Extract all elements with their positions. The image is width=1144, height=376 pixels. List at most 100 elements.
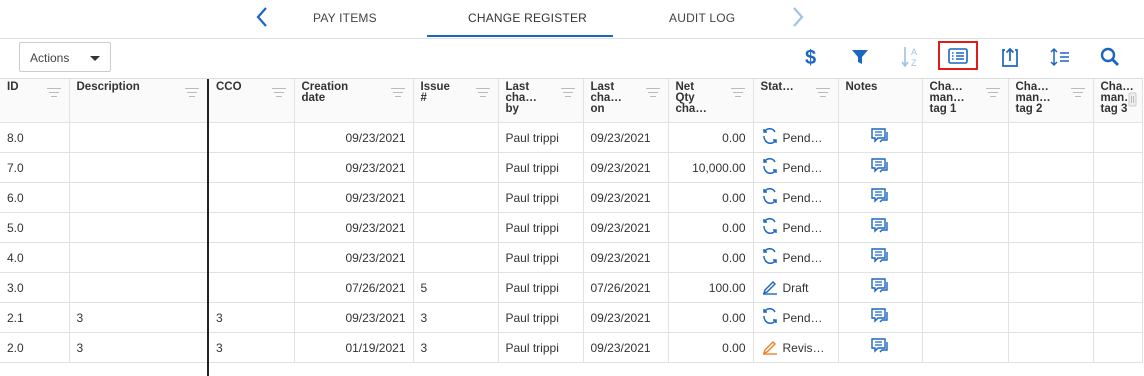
cell-last-changed-on[interactable]: 09/23/2021 [583, 212, 669, 243]
notes-icon[interactable] [870, 188, 890, 208]
cell-id[interactable]: 5.0 [0, 212, 70, 243]
cell-cco[interactable] [208, 272, 295, 303]
cell-last-changed-on[interactable]: 09/23/2021 [583, 332, 669, 363]
cell-net-qty[interactable]: 0.00 [668, 212, 754, 243]
cell-issue[interactable] [413, 122, 499, 153]
tab-pay-items[interactable]: PAY ITEMS [313, 11, 377, 25]
dollar-icon[interactable]: $ [797, 44, 825, 70]
line-spacing-icon[interactable] [1046, 44, 1074, 70]
table-row[interactable]: 5.0 09/23/2021 Paul trippi 09/23/2021 0.00 Pe… [0, 212, 1143, 243]
cell-change-tag-3[interactable] [1093, 212, 1143, 243]
column-header-change-tag-1[interactable]: Cha… man… tag 1 [922, 79, 1009, 123]
cell-description[interactable] [69, 182, 209, 213]
notes-icon[interactable] [870, 158, 890, 178]
tab-change-register[interactable]: CHANGE REGISTER [468, 11, 587, 25]
cell-net-qty[interactable]: 0.00 [668, 182, 754, 213]
column-header-description[interactable]: Description [69, 79, 209, 123]
cell-last-changed-by[interactable]: Paul trippi [498, 272, 584, 303]
filter-icon[interactable] [846, 44, 874, 70]
table-row[interactable]: 8.0 09/23/2021 Paul trippi 09/23/2021 0.00 Pe… [0, 122, 1143, 153]
cell-id[interactable]: 8.0 [0, 122, 70, 153]
table-row[interactable]: 4.0 09/23/2021 Paul trippi 09/23/2021 0.00 Pe… [0, 242, 1143, 273]
cell-id[interactable]: 2.0 [0, 332, 70, 363]
column-header-notes[interactable]: Notes [838, 79, 923, 123]
cell-net-qty[interactable]: 0.00 [668, 122, 754, 153]
cell-status[interactable]: Pend… [753, 182, 839, 213]
cell-cco[interactable]: 3 [208, 332, 295, 363]
export-icon[interactable] [996, 44, 1024, 70]
cell-creation-date[interactable]: 09/23/2021 [294, 122, 414, 153]
cell-net-qty[interactable]: 0.00 [668, 242, 754, 273]
cell-change-tag-2[interactable] [1008, 122, 1094, 153]
column-header-creation-date[interactable]: Creation date [294, 79, 414, 123]
cell-net-qty[interactable]: 0.00 [668, 332, 754, 363]
cell-creation-date[interactable]: 09/23/2021 [294, 182, 414, 213]
column-header-change-tag-2[interactable]: Cha… man… tag 2 [1008, 79, 1094, 123]
cell-change-tag-2[interactable] [1008, 272, 1094, 303]
cell-net-qty[interactable]: 0.00 [668, 302, 754, 333]
notes-icon[interactable] [870, 338, 890, 358]
actions-dropdown[interactable]: Actions [19, 42, 111, 72]
cell-net-qty[interactable]: 100.00 [668, 272, 754, 303]
cell-last-changed-by[interactable]: Paul trippi [498, 182, 584, 213]
cell-issue[interactable] [413, 182, 499, 213]
cell-change-tag-1[interactable] [922, 272, 1009, 303]
cell-last-changed-by[interactable]: Paul trippi [498, 122, 584, 153]
cell-last-changed-on[interactable]: 07/26/2021 [583, 272, 669, 303]
sort-az-icon[interactable]: AZ [897, 44, 925, 70]
cell-creation-date[interactable]: 01/19/2021 [294, 332, 414, 363]
cell-issue[interactable] [413, 212, 499, 243]
cell-last-changed-by[interactable]: Paul trippi [498, 242, 584, 273]
cell-description[interactable]: 3 [69, 332, 209, 363]
cell-cco[interactable] [208, 242, 295, 273]
cell-status[interactable]: Pend… [753, 302, 839, 333]
cell-description[interactable] [69, 242, 209, 273]
cell-change-tag-2[interactable] [1008, 182, 1094, 213]
tab-audit-log[interactable]: AUDIT LOG [669, 11, 735, 25]
cell-cco[interactable] [208, 152, 295, 183]
column-menu-icon[interactable] [185, 88, 199, 100]
cell-cco[interactable] [208, 182, 295, 213]
cell-change-tag-3[interactable] [1093, 182, 1143, 213]
cell-id[interactable]: 2.1 [0, 302, 70, 333]
cell-status[interactable]: Pend… [753, 242, 839, 273]
cell-description[interactable] [69, 152, 209, 183]
cell-issue[interactable]: 5 [413, 272, 499, 303]
cell-last-changed-on[interactable]: 09/23/2021 [583, 242, 669, 273]
cell-last-changed-by[interactable]: Paul trippi [498, 152, 584, 183]
cell-change-tag-1[interactable] [922, 152, 1009, 183]
column-menu-icon[interactable] [985, 88, 1000, 100]
cell-description[interactable]: 3 [69, 302, 209, 333]
column-header-net-qty-change[interactable]: Net Qty cha… [668, 79, 754, 123]
cell-description[interactable] [69, 272, 209, 303]
cell-change-tag-1[interactable] [922, 122, 1009, 153]
cell-last-changed-on[interactable]: 09/23/2021 [583, 122, 669, 153]
cell-change-tag-2[interactable] [1008, 152, 1094, 183]
cell-id[interactable]: 6.0 [0, 182, 70, 213]
notes-icon[interactable] [870, 218, 890, 238]
cell-issue[interactable]: 3 [413, 302, 499, 333]
cell-creation-date[interactable]: 07/26/2021 [294, 272, 414, 303]
list-view-icon[interactable] [938, 41, 978, 70]
column-menu-icon[interactable] [1070, 88, 1085, 100]
cell-change-tag-3[interactable] [1093, 152, 1143, 183]
cell-change-tag-3[interactable] [1093, 122, 1143, 153]
chevron-right-icon[interactable] [791, 6, 805, 33]
cell-id[interactable]: 3.0 [0, 272, 70, 303]
column-menu-icon[interactable] [390, 88, 405, 100]
notes-icon[interactable] [870, 278, 890, 298]
cell-last-changed-by[interactable]: Paul trippi [498, 212, 584, 243]
cell-description[interactable] [69, 212, 209, 243]
column-header-id[interactable]: ID [0, 79, 70, 123]
search-icon[interactable] [1096, 44, 1124, 70]
column-menu-icon[interactable] [730, 88, 745, 100]
column-header-issue[interactable]: Issue # [413, 79, 499, 123]
cell-creation-date[interactable]: 09/23/2021 [294, 152, 414, 183]
cell-cco[interactable] [208, 122, 295, 153]
cell-change-tag-3[interactable] [1093, 332, 1143, 363]
cell-last-changed-on[interactable]: 09/23/2021 [583, 152, 669, 183]
cell-last-changed-on[interactable]: 09/23/2021 [583, 182, 669, 213]
cell-change-tag-3[interactable] [1093, 272, 1143, 303]
cell-change-tag-2[interactable] [1008, 212, 1094, 243]
cell-net-qty[interactable]: 10,000.00 [668, 152, 754, 183]
